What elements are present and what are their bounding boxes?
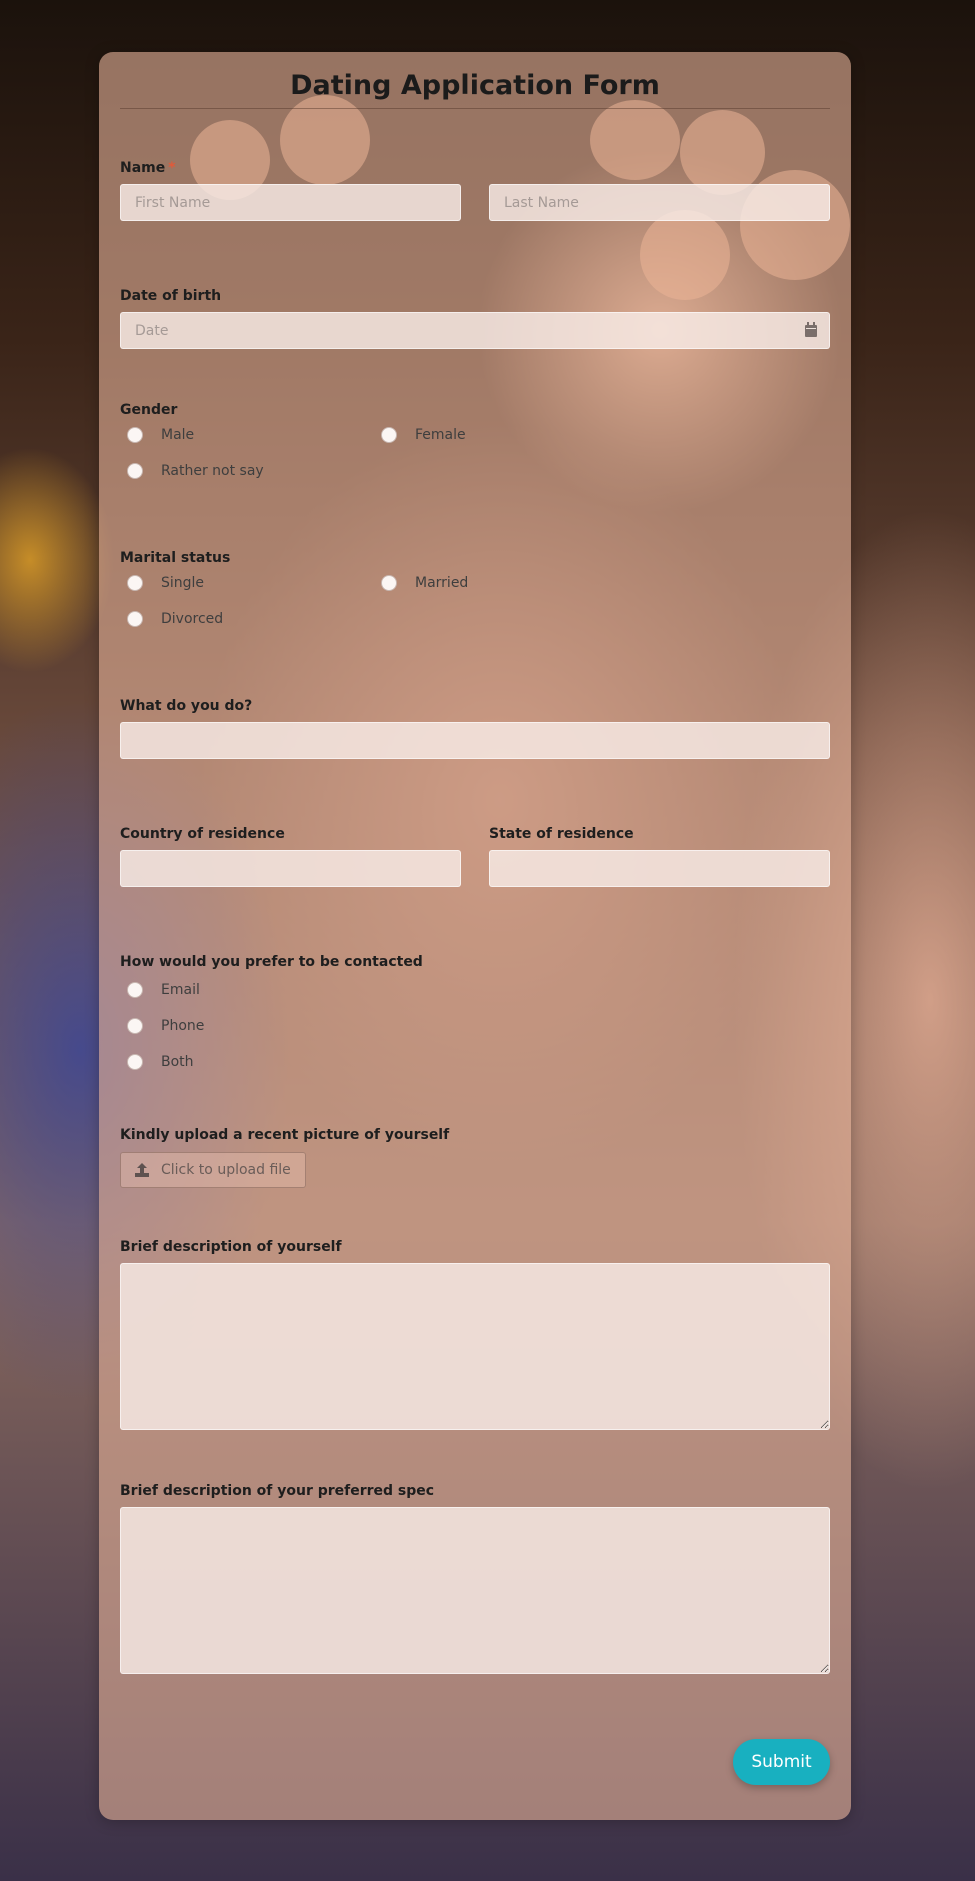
- gender-option-label: Female: [415, 427, 466, 443]
- occupation-label: What do you do?: [120, 698, 253, 714]
- state-label: State of residence: [489, 826, 634, 842]
- dob-label: Date of birth: [120, 288, 222, 304]
- radio-button[interactable]: [127, 427, 143, 443]
- radio-button[interactable]: [127, 1054, 143, 1070]
- contact-option-email[interactable]: Email: [127, 982, 200, 998]
- marital-option-label: Single: [161, 575, 205, 591]
- country-label: Country of residence: [120, 826, 285, 842]
- last-name-input[interactable]: [489, 184, 830, 221]
- gender-option-female[interactable]: Female: [381, 427, 466, 443]
- marital-option-single[interactable]: Single: [127, 575, 204, 591]
- contact-option-label: Phone: [161, 1018, 205, 1034]
- preferred-description-label: Brief description of your preferred spec: [120, 1483, 435, 1499]
- submit-button[interactable]: Submit: [733, 1739, 830, 1785]
- self-description-label: Brief description of yourself: [120, 1239, 342, 1255]
- radio-button[interactable]: [127, 575, 143, 591]
- contact-option-phone[interactable]: Phone: [127, 1018, 204, 1034]
- marital-option-label: Divorced: [161, 611, 224, 627]
- title-divider: [120, 108, 830, 109]
- gender-option-male[interactable]: Male: [127, 427, 194, 443]
- contact-preference-label: How would you prefer to be contacted: [120, 954, 423, 970]
- radio-button[interactable]: [381, 575, 397, 591]
- contact-option-both[interactable]: Both: [127, 1054, 194, 1070]
- contact-option-label: Email: [161, 982, 200, 998]
- date-of-birth-input[interactable]: [120, 312, 830, 349]
- state-input[interactable]: [489, 850, 830, 887]
- calendar-icon[interactable]: [805, 322, 817, 337]
- occupation-input[interactable]: [120, 722, 830, 759]
- radio-button[interactable]: [381, 427, 397, 443]
- country-input[interactable]: [120, 850, 461, 887]
- form-card: Dating Application Form Name* Date of bi…: [99, 52, 851, 1820]
- upload-file-button[interactable]: Click to upload file: [120, 1152, 306, 1188]
- form-title: Dating Application Form: [290, 70, 660, 101]
- picture-upload-label: Kindly upload a recent picture of yourse…: [120, 1127, 450, 1143]
- gender-option-label: Male: [161, 427, 195, 443]
- gender-option-rather-not-say[interactable]: Rather not say: [127, 463, 264, 479]
- self-description-textarea[interactable]: [120, 1263, 830, 1430]
- radio-button[interactable]: [127, 982, 143, 998]
- contact-option-label: Both: [161, 1054, 194, 1070]
- radio-button[interactable]: [127, 611, 143, 627]
- radio-button[interactable]: [127, 1018, 143, 1034]
- marital-option-married[interactable]: Married: [381, 575, 468, 591]
- preferred-description-textarea[interactable]: [120, 1507, 830, 1674]
- radio-button[interactable]: [127, 463, 143, 479]
- required-mark: *: [168, 160, 176, 176]
- gender-label: Gender: [120, 402, 178, 418]
- marital-status-label: Marital status: [120, 550, 231, 566]
- upload-button-label: Click to upload file: [161, 1162, 291, 1178]
- gender-option-label: Rather not say: [161, 463, 264, 479]
- marital-option-label: Married: [415, 575, 469, 591]
- name-label: Name *: [120, 160, 176, 176]
- name-label-text: Name: [120, 160, 166, 176]
- marital-option-divorced[interactable]: Divorced: [127, 611, 223, 627]
- upload-icon: [135, 1163, 149, 1177]
- first-name-input[interactable]: [120, 184, 461, 221]
